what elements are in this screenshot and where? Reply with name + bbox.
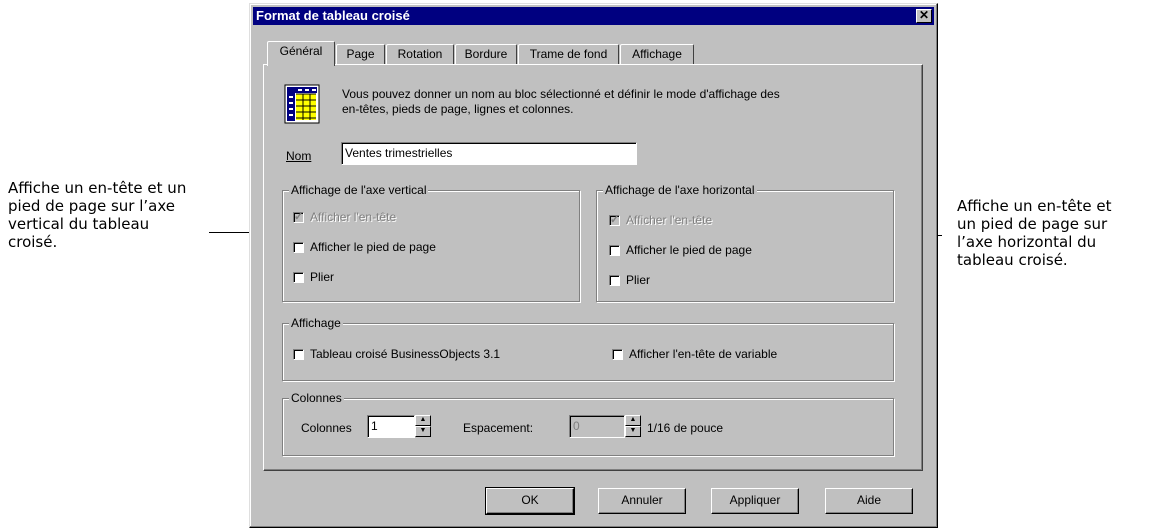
callout-left-line: Affiche un en-tête et un [8,179,187,197]
columns-title: Colonnes [289,391,344,405]
spin-up-icon[interactable]: ▲ [415,415,431,426]
callout-left: Affiche un en-tête et un pied de page su… [8,179,186,251]
variable-header-label: Afficher l'en-tête de variable [629,347,778,361]
checkbox-box [609,213,620,227]
help-label: Aide [856,493,882,507]
vertical-show-footer-label: Afficher le pied de page [310,240,436,254]
spacing-label: Espacement: [463,421,534,435]
callout-right-line: l’axe horizontal du [957,233,1097,251]
spacing-spinner[interactable]: ▲ ▼ [625,415,641,437]
description-line-1: Vous pouvez donner un nom au bloc sélect… [342,87,780,101]
tab-display[interactable]: Affichage [620,44,694,65]
callout-left-line: vertical du tableau [8,215,150,233]
vertical-show-header-label: Afficher l'en-tête [310,210,397,224]
description-line-2: en-têtes, pieds de page, lignes et colon… [342,102,574,116]
tab-border[interactable]: Bordure [455,44,517,65]
ok-label: OK [521,493,539,507]
vertical-show-header-checkbox[interactable]: Afficher l'en-tête [293,210,396,224]
bo31-crosstab-checkbox[interactable]: Tableau croisé BusinessObjects 3.1 [293,347,500,361]
callout-right-line: un pied de page sur [957,215,1108,233]
tab-background[interactable]: Trame de fond [518,44,619,65]
horizontal-show-footer-checkbox[interactable]: Afficher le pied de page [609,243,752,257]
ok-button[interactable]: OK [485,487,575,515]
tab-page[interactable]: Page [336,44,385,65]
tab-rotation-label: Rotation [397,47,443,61]
horizontal-axis-group: Affichage de l'axe horizontal Afficher l… [596,183,894,302]
close-icon: ✕ [918,8,930,22]
checkbox-box [293,210,304,224]
crosstab-icon [284,84,320,124]
spin-up-icon[interactable]: ▲ [625,415,641,426]
display-title: Affichage [289,316,343,330]
columns-label: Colonnes [301,421,352,435]
columns-input[interactable]: 1 [367,415,415,438]
general-tab-panel: Vous pouvez donner un nom au bloc sélect… [263,64,923,471]
close-button[interactable]: ✕ [916,9,932,23]
cancel-label: Annuler [621,493,663,507]
display-group: Affichage Tableau croisé BusinessObjects… [282,316,894,381]
name-label: Nom [286,149,312,163]
name-input[interactable]: Ventes trimestrielles [341,142,637,165]
checkbox-box [293,242,304,253]
spacing-input[interactable]: 0 [569,415,625,438]
horizontal-fold-label: Plier [626,273,651,287]
apply-button[interactable]: Appliquer [711,488,799,514]
spacing-unit-label: 1/16 de pouce [647,421,724,435]
dialog-title: Format de tableau croisé [256,8,410,23]
callout-right: Affiche un en-tête et un pied de page su… [957,197,1112,269]
checkbox-box [293,349,304,360]
apply-label: Appliquer [729,493,781,507]
cancel-button[interactable]: Annuler [598,488,686,514]
checkbox-box [609,275,620,286]
horizontal-fold-checkbox[interactable]: Plier [609,273,650,287]
checkbox-box [612,349,623,360]
tab-page-label: Page [346,47,375,61]
help-button[interactable]: Aide [825,488,913,514]
vertical-fold-checkbox[interactable]: Plier [293,270,334,284]
spin-down-icon[interactable]: ▼ [415,426,431,437]
horizontal-show-header-label: Afficher l'en-tête [626,213,713,227]
title-bar: Format de tableau croisé ✕ [253,7,934,25]
tab-general[interactable]: Général [267,41,335,66]
vertical-axis-group: Affichage de l'axe vertical Afficher l'e… [282,183,580,302]
variable-header-checkbox[interactable]: Afficher l'en-tête de variable [612,347,777,361]
callout-left-line: croisé. [8,233,58,251]
vertical-fold-label: Plier [310,270,335,284]
vertical-axis-title: Affichage de l'axe vertical [289,183,429,197]
vertical-show-footer-checkbox[interactable]: Afficher le pied de page [293,240,436,254]
tab-rotation[interactable]: Rotation [386,44,454,65]
callout-right-line: tableau croisé. [957,251,1068,269]
format-crosstab-dialog: Format de tableau croisé ✕ Général Page … [249,3,938,528]
spin-down-icon[interactable]: ▼ [625,426,641,437]
columns-group: Colonnes Colonnes 1 ▲ ▼ Espacement: 0 ▲ … [282,391,894,456]
checkbox-box [293,272,304,283]
tab-background-label: Trame de fond [529,47,608,61]
tab-border-label: Bordure [464,47,508,61]
tab-display-label: Affichage [632,47,682,61]
horizontal-axis-title: Affichage de l'axe horizontal [603,183,757,197]
horizontal-show-header-checkbox[interactable]: Afficher l'en-tête [609,213,712,227]
bo31-crosstab-label: Tableau croisé BusinessObjects 3.1 [310,347,501,361]
callout-left-line: pied de page sur l’axe [8,197,175,215]
tab-general-label: Général [279,44,323,58]
columns-spinner[interactable]: ▲ ▼ [415,415,431,437]
callout-right-line: Affiche un en-tête et [957,197,1112,215]
checkbox-box [609,245,620,256]
horizontal-show-footer-label: Afficher le pied de page [626,243,752,257]
